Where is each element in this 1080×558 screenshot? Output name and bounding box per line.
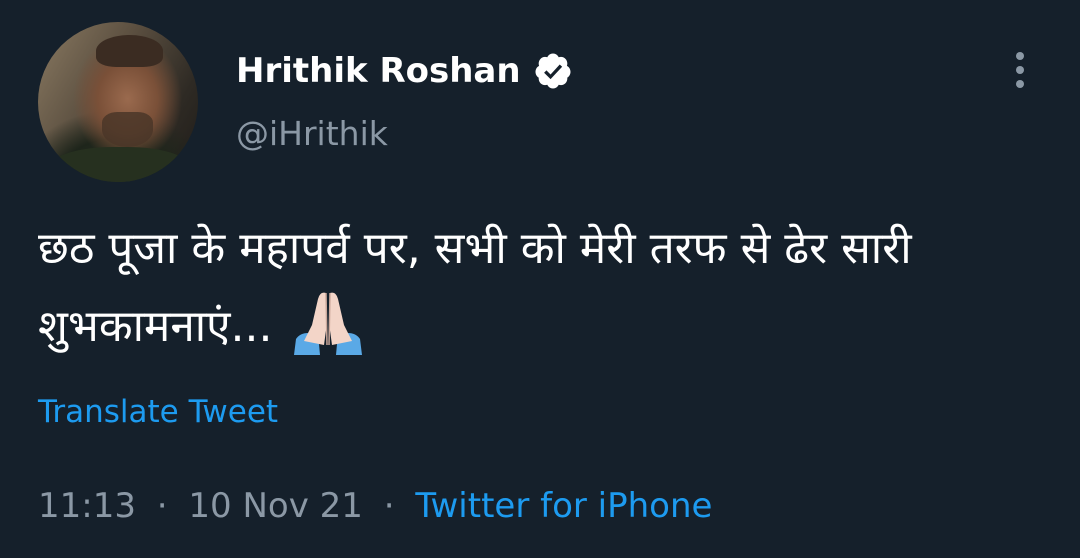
more-options-icon[interactable] <box>1005 50 1035 90</box>
tweet-meta: 11:13 · 10 Nov 21 · Twitter for iPhone <box>38 486 712 526</box>
tweet-text: छठ पूजा के महापर्व पर, सभी को मेरी तरफ स… <box>38 210 1048 366</box>
author-display-name[interactable]: Hrithik Roshan <box>236 51 521 91</box>
folded-hands-icon <box>290 289 366 355</box>
author-name-row: Hrithik Roshan <box>236 46 573 96</box>
tweet-time[interactable]: 11:13 <box>38 486 136 526</box>
tweet-source-link[interactable]: Twitter for iPhone <box>415 486 712 526</box>
meta-separator: · <box>383 486 395 526</box>
avatar-beard <box>102 111 154 147</box>
avatar[interactable] <box>38 22 198 182</box>
verified-badge-icon <box>533 51 573 91</box>
avatar-shoulder <box>47 146 192 182</box>
tweet-date[interactable]: 10 Nov 21 <box>188 486 363 526</box>
avatar-hair <box>95 34 163 67</box>
meta-separator: · <box>156 486 168 526</box>
tweet-body: छठ पूजा के महापर्व पर, सभी को मेरी तरफ स… <box>38 223 912 352</box>
tweet-card: Hrithik Roshan @iHrithik छठ पूजा के महाप… <box>0 0 1080 558</box>
translate-tweet-link[interactable]: Translate Tweet <box>38 394 278 430</box>
author-handle[interactable]: @iHrithik <box>236 114 388 153</box>
